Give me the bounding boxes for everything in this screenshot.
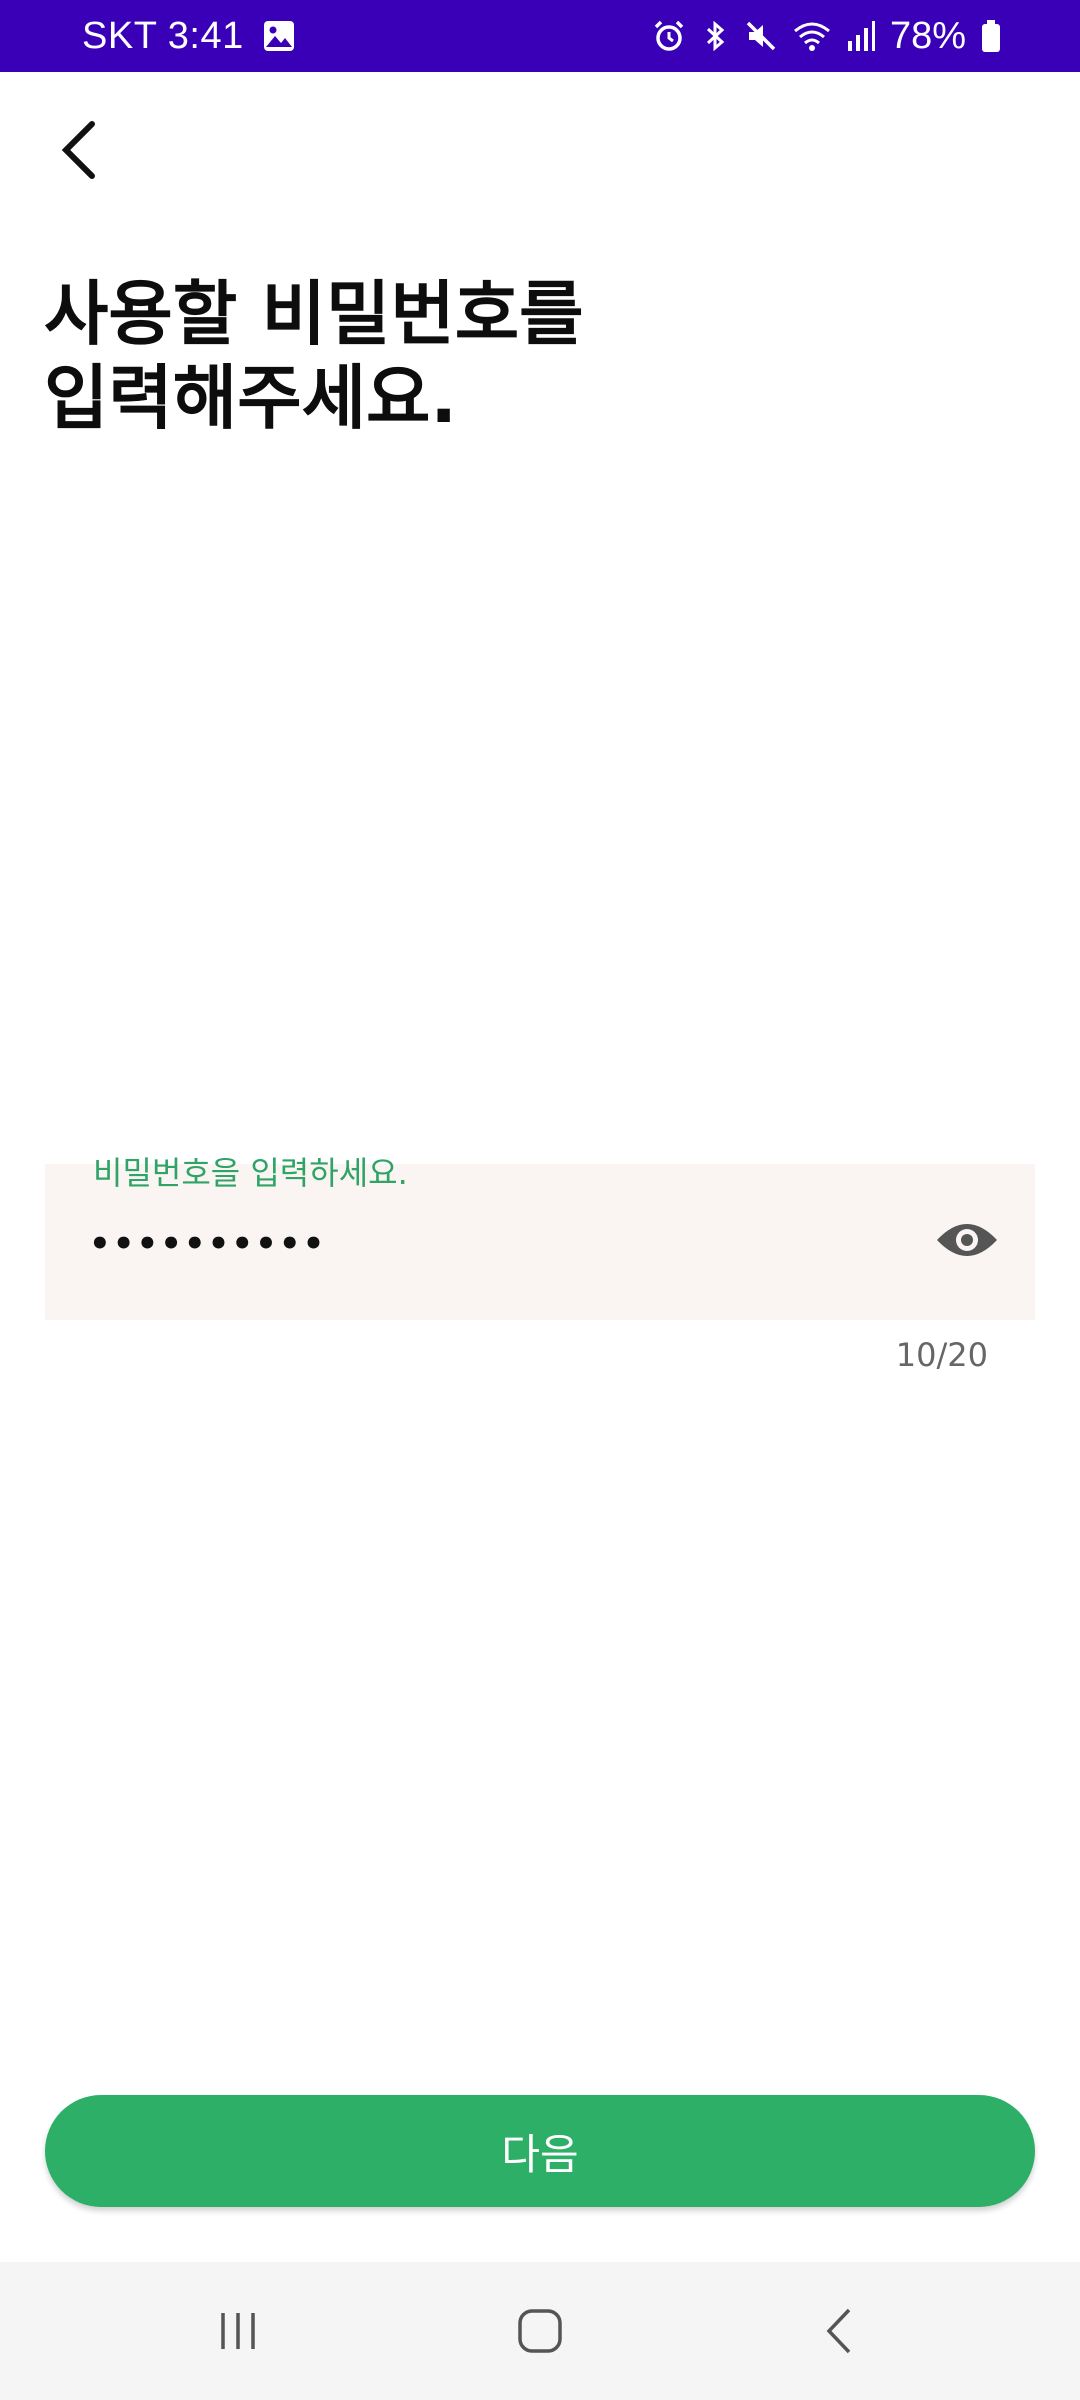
battery-percent: 78% xyxy=(889,14,966,57)
recent-apps-icon xyxy=(221,2313,255,2349)
navigation-bar xyxy=(0,2262,1080,2400)
battery-icon xyxy=(980,19,1002,53)
status-left: SKT 3:41 xyxy=(82,0,296,72)
password-field[interactable]: 비밀번호을 입력하세요. •••••••••• xyxy=(45,1154,1035,1320)
status-right: 78% xyxy=(652,0,1002,72)
eye-icon xyxy=(937,1224,997,1256)
back-arrow-icon xyxy=(61,121,95,179)
wifi-icon xyxy=(792,19,832,53)
status-bar: SKT 3:41 78% xyxy=(0,0,1080,72)
bluetooth-icon xyxy=(700,19,730,53)
nav-back-button[interactable] xyxy=(762,2262,922,2400)
next-button[interactable]: 다음 xyxy=(45,2095,1035,2207)
signal-icon xyxy=(846,19,876,53)
character-counter: 10/20 xyxy=(895,1336,988,1374)
home-icon xyxy=(518,2309,562,2353)
back-button[interactable] xyxy=(44,108,116,192)
mute-icon xyxy=(744,19,778,53)
password-input-value[interactable]: •••••••••• xyxy=(89,1224,326,1264)
carrier-time: SKT 3:41 xyxy=(82,14,244,57)
recent-apps-button[interactable] xyxy=(158,2262,318,2400)
alarm-icon xyxy=(652,19,686,53)
image-icon xyxy=(262,19,296,53)
back-icon xyxy=(826,2308,851,2354)
password-field-label: 비밀번호을 입력하세요. xyxy=(93,1154,408,1192)
home-button[interactable] xyxy=(460,2262,620,2400)
show-password-toggle[interactable] xyxy=(935,1212,999,1268)
page-title: 사용할 비밀번호를 입력해주세요. xyxy=(44,273,584,439)
